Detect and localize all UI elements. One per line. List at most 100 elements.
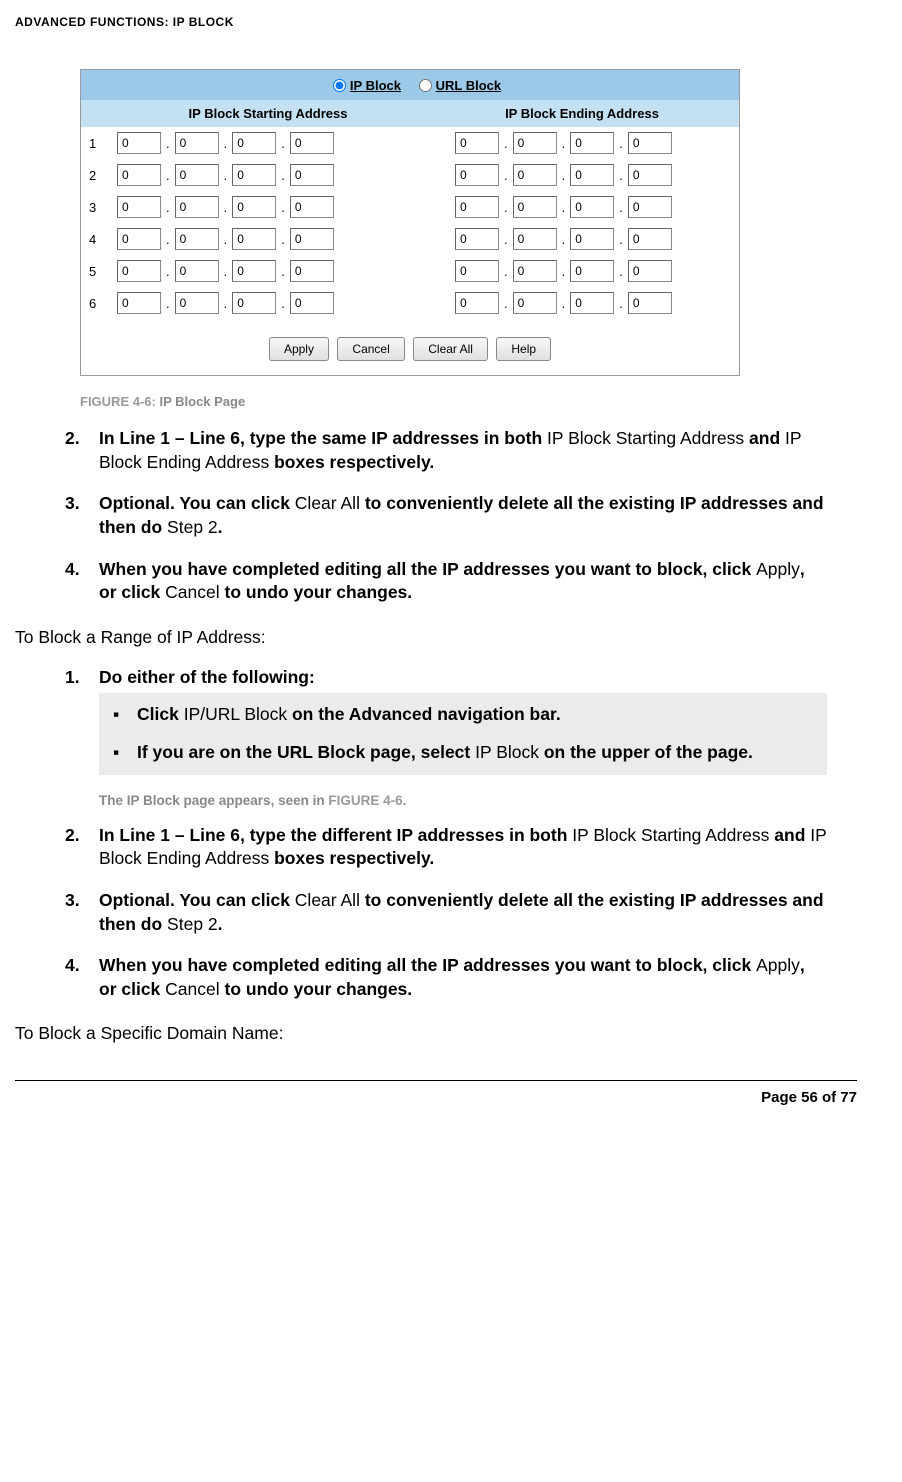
cancel-button[interactable]: Cancel <box>337 337 404 361</box>
ip-octet-input[interactable] <box>628 132 672 154</box>
dot-separator: . <box>562 232 566 247</box>
step-3b: 3. Optional. You can click Clear All to … <box>65 889 827 936</box>
ip-ending-group: ... <box>427 196 737 218</box>
dot-separator: . <box>166 232 170 247</box>
dot-separator: . <box>281 136 285 151</box>
ip-octet-input[interactable] <box>455 196 499 218</box>
ip-octet-input[interactable] <box>455 132 499 154</box>
instructions-a: 2. In Line 1 – Line 6, type the same IP … <box>65 427 827 605</box>
ip-octet-input[interactable] <box>232 228 276 250</box>
page-header: ADVANCED FUNCTIONS: IP BLOCK <box>15 15 857 29</box>
clear-all-button[interactable]: Clear All <box>413 337 488 361</box>
ip-octet-input[interactable] <box>455 164 499 186</box>
dot-separator: . <box>504 264 508 279</box>
ip-octet-input[interactable] <box>628 228 672 250</box>
ip-octet-input[interactable] <box>175 132 219 154</box>
ip-ending-group: ... <box>427 132 737 154</box>
ip-octet-input[interactable] <box>175 292 219 314</box>
ip-octet-input[interactable] <box>175 260 219 282</box>
ip-octet-input[interactable] <box>290 196 334 218</box>
ip-octet-input[interactable] <box>570 164 614 186</box>
step-3a: 3. Optional. You can click Clear All to … <box>65 492 827 539</box>
ip-octet-input[interactable] <box>290 292 334 314</box>
dot-separator: . <box>504 200 508 215</box>
ip-octet-input[interactable] <box>570 196 614 218</box>
ip-octet-input[interactable] <box>232 132 276 154</box>
ip-octet-input[interactable] <box>290 260 334 282</box>
ip-ending-group: ... <box>427 260 737 282</box>
ip-starting-group: ... <box>117 196 427 218</box>
ip-octet-input[interactable] <box>570 132 614 154</box>
column-headers: IP Block Starting Address IP Block Endin… <box>81 100 739 127</box>
apply-button[interactable]: Apply <box>269 337 329 361</box>
section-b-heading: To Block a Range of IP Address: <box>15 627 857 648</box>
ip-octet-input[interactable] <box>175 164 219 186</box>
dot-separator: . <box>562 296 566 311</box>
ip-octet-input[interactable] <box>513 292 557 314</box>
ip-octet-input[interactable] <box>513 196 557 218</box>
ip-octet-input[interactable] <box>455 260 499 282</box>
radio-ip-block[interactable] <box>333 79 346 92</box>
ip-octet-input[interactable] <box>628 164 672 186</box>
radio-url-block[interactable] <box>419 79 432 92</box>
result-text: The IP Block page appears, seen in FIGUR… <box>99 793 857 808</box>
ip-octet-input[interactable] <box>570 260 614 282</box>
ip-octet-input[interactable] <box>117 260 161 282</box>
figure-caption: FIGURE 4-6: IP Block Page <box>80 394 857 409</box>
ip-octet-input[interactable] <box>513 228 557 250</box>
dot-separator: . <box>224 168 228 183</box>
ip-octet-input[interactable] <box>117 132 161 154</box>
ip-octet-input[interactable] <box>232 164 276 186</box>
dot-separator: . <box>562 136 566 151</box>
ip-octet-input[interactable] <box>570 292 614 314</box>
ip-octet-input[interactable] <box>175 228 219 250</box>
dot-separator: . <box>281 232 285 247</box>
ip-octet-input[interactable] <box>628 196 672 218</box>
ip-octet-input[interactable] <box>117 228 161 250</box>
step-2a: 2. In Line 1 – Line 6, type the same IP … <box>65 427 827 474</box>
ip-octet-input[interactable] <box>290 164 334 186</box>
ip-row: 1...... <box>81 127 739 159</box>
dot-separator: . <box>619 200 623 215</box>
ip-octet-input[interactable] <box>290 228 334 250</box>
ip-octet-input[interactable] <box>513 132 557 154</box>
dot-separator: . <box>619 136 623 151</box>
dot-separator: . <box>224 296 228 311</box>
ip-octet-input[interactable] <box>570 228 614 250</box>
ip-octet-input[interactable] <box>232 196 276 218</box>
ip-octet-input[interactable] <box>232 260 276 282</box>
tab-ip-block-label[interactable]: IP Block <box>350 78 401 93</box>
ip-octet-input[interactable] <box>513 260 557 282</box>
tab-row: IP Block URL Block <box>81 70 739 100</box>
dot-separator: . <box>166 296 170 311</box>
ip-row: 3...... <box>81 191 739 223</box>
sub-option-2: ▪ If you are on the URL Block page, sele… <box>113 741 813 765</box>
ip-octet-input[interactable] <box>628 260 672 282</box>
ip-octet-input[interactable] <box>455 292 499 314</box>
ip-octet-input[interactable] <box>455 228 499 250</box>
ip-octet-input[interactable] <box>175 196 219 218</box>
ip-row: 2...... <box>81 159 739 191</box>
ip-octet-input[interactable] <box>290 132 334 154</box>
row-number: 3 <box>89 200 117 215</box>
dot-separator: . <box>281 168 285 183</box>
page-footer: Page 56 of 77 <box>15 1080 857 1106</box>
ip-octet-input[interactable] <box>117 292 161 314</box>
ip-row: 4...... <box>81 223 739 255</box>
section-c-heading: To Block a Specific Domain Name: <box>15 1023 857 1044</box>
tab-url-block-label[interactable]: URL Block <box>436 78 502 93</box>
dot-separator: . <box>504 296 508 311</box>
instructions-b: 1. Do either of the following: ▪ Click I… <box>65 666 827 775</box>
dot-separator: . <box>562 264 566 279</box>
help-button[interactable]: Help <box>496 337 551 361</box>
ip-octet-input[interactable] <box>117 164 161 186</box>
ip-octet-input[interactable] <box>513 164 557 186</box>
ip-octet-input[interactable] <box>232 292 276 314</box>
step-4b: 4. When you have completed editing all t… <box>65 954 827 1001</box>
dot-separator: . <box>619 232 623 247</box>
ip-ending-group: ... <box>427 164 737 186</box>
step-1b: 1. Do either of the following: ▪ Click I… <box>65 666 827 775</box>
ip-octet-input[interactable] <box>117 196 161 218</box>
ip-octet-input[interactable] <box>628 292 672 314</box>
dot-separator: . <box>224 232 228 247</box>
